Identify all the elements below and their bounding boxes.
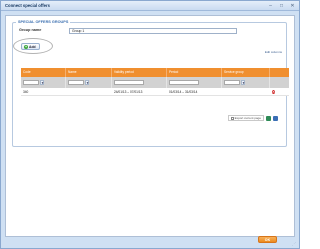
filter-name-input[interactable] bbox=[68, 80, 84, 85]
group-name-label: Group name bbox=[19, 28, 42, 32]
filter-service-group-input[interactable] bbox=[224, 80, 240, 85]
column-header-service-group[interactable]: Service group bbox=[222, 68, 270, 77]
cell-service-group bbox=[222, 88, 270, 95]
grid-header-row: Code Name Validity period Period Service… bbox=[21, 68, 289, 77]
filter-validity-input[interactable] bbox=[114, 80, 144, 85]
content-panel: SPECIAL OFFERS GROUPS Group name + Add C… bbox=[5, 15, 295, 237]
export-checkbox[interactable] bbox=[230, 116, 234, 120]
grid-filter-row: ▼ ▼ ▼ bbox=[21, 77, 289, 88]
excel-export-icon[interactable] bbox=[266, 115, 271, 121]
resize-grip-icon[interactable]: ⋰ bbox=[292, 241, 297, 246]
chevron-down-icon[interactable]: ▼ bbox=[241, 80, 245, 85]
filter-period-input[interactable] bbox=[169, 80, 199, 85]
cell-period: 01/03/14 – 31/03/14 bbox=[169, 90, 198, 94]
export-current-page[interactable]: Export current page bbox=[227, 115, 264, 121]
column-header-validity[interactable]: Validity period bbox=[112, 68, 167, 77]
add-button-label: Add bbox=[29, 44, 36, 49]
close-icon[interactable]: ✕ bbox=[289, 3, 296, 9]
special-offers-fieldset: SPECIAL OFFERS GROUPS Group name + Add C… bbox=[12, 20, 289, 147]
column-header-name[interactable]: Name bbox=[66, 68, 112, 77]
minimize-icon[interactable]: – bbox=[267, 3, 274, 9]
maximize-icon[interactable]: □ bbox=[278, 3, 285, 9]
dialog-window: Connect special offers – □ ✕ SPECIAL OFF… bbox=[0, 0, 300, 249]
delete-icon[interactable]: ✕ bbox=[272, 90, 276, 94]
title-bar[interactable]: Connect special offers – □ ✕ bbox=[1, 1, 299, 11]
export-bar: Export current page bbox=[227, 115, 278, 121]
column-header-actions bbox=[270, 68, 289, 77]
window-controls: – □ ✕ bbox=[267, 3, 296, 9]
filter-validity bbox=[112, 77, 167, 88]
edit-columns-link[interactable]: Edit columns bbox=[265, 50, 282, 54]
column-header-code[interactable]: Code bbox=[21, 68, 66, 77]
window-title: Connect special offers bbox=[5, 3, 50, 8]
filter-actions bbox=[270, 77, 289, 88]
export-label: Export current page bbox=[234, 115, 261, 120]
table-row[interactable]: 340 24/01/13 – 07/01/13 01/03/14 – 31/03… bbox=[21, 88, 289, 96]
cell-validity: 24/01/13 – 07/01/13 bbox=[114, 90, 143, 94]
filter-name: ▼ bbox=[66, 77, 112, 88]
filter-service-group: ▼ bbox=[222, 77, 270, 88]
chevron-down-icon[interactable]: ▼ bbox=[85, 80, 89, 85]
offers-grid: Code Name Validity period Period Service… bbox=[21, 68, 289, 96]
cell-code: 340 bbox=[23, 90, 29, 94]
group-name-input[interactable] bbox=[69, 28, 237, 34]
filter-code-input[interactable] bbox=[23, 80, 39, 85]
column-header-period[interactable]: Period bbox=[167, 68, 222, 77]
cell-name bbox=[66, 88, 112, 95]
document-export-icon[interactable] bbox=[273, 115, 278, 121]
filter-period bbox=[167, 77, 222, 88]
plus-icon: + bbox=[24, 44, 28, 49]
fieldset-legend: SPECIAL OFFERS GROUPS bbox=[16, 20, 71, 25]
ok-button[interactable]: OK bbox=[258, 236, 277, 243]
filter-code: ▼ bbox=[21, 77, 66, 88]
cell-actions: ✕ bbox=[270, 88, 289, 95]
chevron-down-icon[interactable]: ▼ bbox=[40, 80, 44, 85]
add-button[interactable]: + Add bbox=[21, 43, 40, 50]
